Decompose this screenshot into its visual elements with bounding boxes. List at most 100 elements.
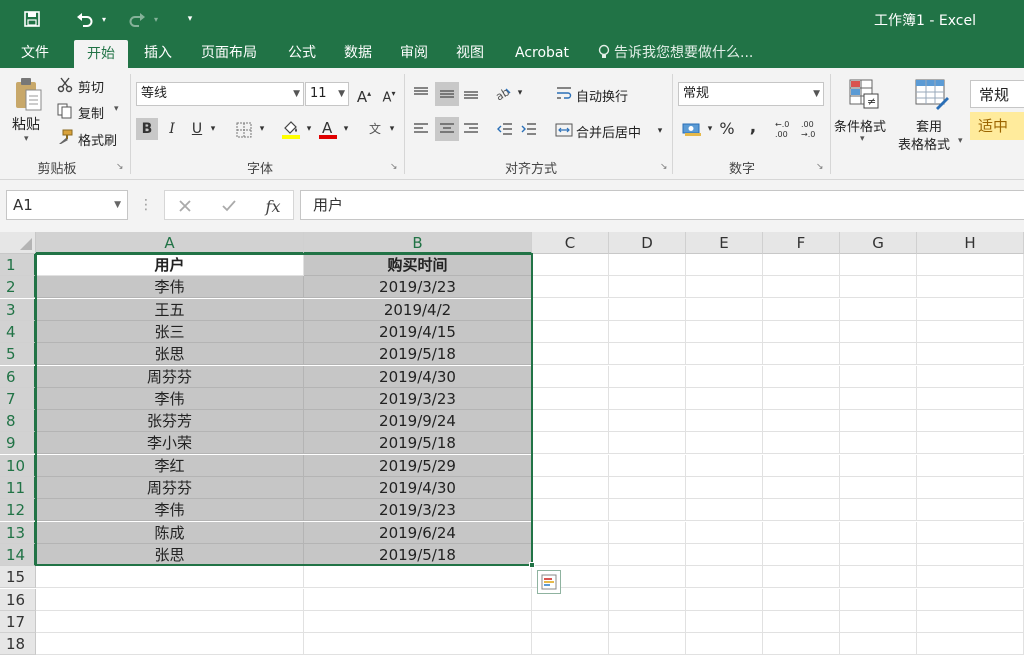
cell-e10[interactable] (686, 454, 763, 477)
row-header-18[interactable]: 18 (0, 633, 36, 655)
cell-a13[interactable]: 陈成 (36, 521, 304, 544)
cell-b12[interactable]: 2019/3/23 (304, 499, 532, 522)
wrap-text-button[interactable]: 自动换行 (576, 86, 628, 105)
quick-analysis-icon[interactable] (537, 570, 561, 594)
cell-g2[interactable] (840, 276, 917, 299)
increase-font-size-icon[interactable]: A▴ (353, 83, 375, 106)
tab-review[interactable]: 审阅 (390, 38, 438, 68)
cell-f17[interactable] (763, 610, 840, 633)
orientation-icon[interactable]: ab (492, 82, 514, 104)
cell-c1[interactable] (532, 254, 609, 276)
cell-d9[interactable] (609, 432, 686, 455)
cell-b13[interactable]: 2019/6/24 (304, 521, 532, 544)
cell-e12[interactable] (686, 499, 763, 522)
number-launcher-icon[interactable]: ↘ (816, 162, 826, 172)
cell-g14[interactable] (840, 543, 917, 566)
cell-a4[interactable]: 张三 (36, 320, 304, 343)
cell-g13[interactable] (840, 521, 917, 544)
cell-g12[interactable] (840, 499, 917, 522)
undo-icon[interactable] (72, 0, 98, 38)
style-normal[interactable]: 常规 (970, 80, 1024, 108)
row-header-9[interactable]: 9 (0, 432, 36, 455)
cell-f6[interactable] (763, 365, 840, 388)
cell-f4[interactable] (763, 320, 840, 343)
cell-a12[interactable]: 李伟 (36, 499, 304, 522)
cell-c12[interactable] (532, 499, 609, 522)
cell-h9[interactable] (917, 432, 1024, 455)
cell-f9[interactable] (763, 432, 840, 455)
cell-b15[interactable] (304, 566, 532, 589)
cell-h10[interactable] (917, 454, 1024, 477)
paste-dropdown-icon[interactable]: ▾ (24, 134, 29, 144)
cell-c5[interactable] (532, 343, 609, 366)
align-bottom-icon[interactable] (460, 82, 482, 104)
align-middle-icon[interactable] (435, 82, 459, 106)
undo-dropdown-icon[interactable]: ▾ (98, 0, 110, 38)
row-header-2[interactable]: 2 (0, 276, 36, 299)
cell-b7[interactable]: 2019/3/23 (304, 387, 532, 410)
cell-e11[interactable] (686, 477, 763, 499)
decrease-font-size-icon[interactable]: A▾ (378, 83, 400, 105)
cell-b2[interactable]: 2019/3/23 (304, 276, 532, 299)
cell-g15[interactable] (840, 566, 917, 589)
fill-color-dropdown-icon[interactable]: ▾ (303, 118, 315, 140)
cell-a10[interactable]: 李红 (36, 454, 304, 477)
cell-g11[interactable] (840, 477, 917, 499)
cell-d1[interactable] (609, 254, 686, 276)
row-header-15[interactable]: 15 (0, 566, 36, 589)
row-header-10[interactable]: 10 (0, 454, 36, 477)
align-top-icon[interactable] (410, 82, 432, 104)
tab-page-layout[interactable]: 页面布局 (192, 38, 266, 68)
cell-b18[interactable] (304, 633, 532, 655)
borders-dropdown-icon[interactable]: ▾ (256, 118, 268, 140)
tell-me-search[interactable]: 告诉我您想要做什么... (598, 38, 753, 68)
conditional-formatting-button[interactable]: 条件格式 (834, 116, 886, 135)
cell-e2[interactable] (686, 276, 763, 299)
row-header-16[interactable]: 16 (0, 588, 36, 611)
cell-f16[interactable] (763, 588, 840, 611)
cell-g1[interactable] (840, 254, 917, 276)
cell-h3[interactable] (917, 298, 1024, 321)
cell-c9[interactable] (532, 432, 609, 455)
merge-dropdown-icon[interactable]: ▾ (654, 120, 666, 142)
cell-h18[interactable] (917, 633, 1024, 655)
cell-f1[interactable] (763, 254, 840, 276)
cell-d15[interactable] (609, 566, 686, 589)
name-box[interactable]: A1 ▼ (6, 190, 128, 220)
underline-dropdown-icon[interactable]: ▾ (207, 118, 219, 140)
cell-c13[interactable] (532, 521, 609, 544)
cell-a17[interactable] (36, 610, 304, 633)
copy-button[interactable]: 复制 (78, 103, 104, 122)
cell-d12[interactable] (609, 499, 686, 522)
align-left-icon[interactable] (410, 118, 432, 140)
cell-d18[interactable] (609, 633, 686, 655)
cell-f10[interactable] (763, 454, 840, 477)
cell-a5[interactable]: 张思 (36, 343, 304, 366)
row-header-11[interactable]: 11 (0, 477, 36, 499)
percent-style-button[interactable]: % (716, 118, 738, 140)
cell-c6[interactable] (532, 365, 609, 388)
cell-e16[interactable] (686, 588, 763, 611)
italic-button[interactable]: I (161, 118, 183, 140)
cell-b3[interactable]: 2019/4/2 (304, 298, 532, 321)
cell-c10[interactable] (532, 454, 609, 477)
phonetic-dropdown-icon[interactable]: ▾ (386, 118, 398, 140)
cell-c11[interactable] (532, 477, 609, 499)
cell-d17[interactable] (609, 610, 686, 633)
column-header-b[interactable]: B (304, 232, 532, 254)
font-launcher-icon[interactable]: ↘ (390, 162, 400, 172)
row-header-14[interactable]: 14 (0, 543, 36, 566)
format-as-table-label-2[interactable]: 表格格式 (898, 134, 950, 153)
cell-g4[interactable] (840, 320, 917, 343)
cell-a2[interactable]: 李伟 (36, 276, 304, 299)
cell-e5[interactable] (686, 343, 763, 366)
customize-toolbar-icon[interactable]: ▾ (182, 0, 198, 38)
font-name-combo[interactable]: 等线 ▼ (136, 82, 304, 106)
cell-h16[interactable] (917, 588, 1024, 611)
cell-f7[interactable] (763, 387, 840, 410)
increase-decimal-icon[interactable]: ←.0.00 (774, 116, 798, 142)
cell-g10[interactable] (840, 454, 917, 477)
cell-c3[interactable] (532, 298, 609, 321)
save-icon[interactable] (18, 0, 46, 38)
row-header-13[interactable]: 13 (0, 521, 36, 544)
